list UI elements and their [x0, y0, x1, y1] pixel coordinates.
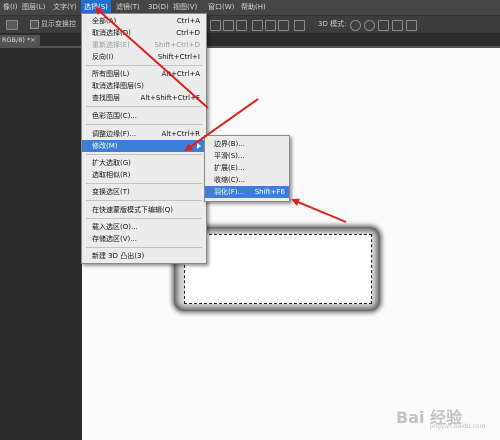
arrow-to-modify-item	[184, 98, 259, 152]
watermark-url: jingyan.baidu.com	[430, 423, 486, 430]
arrow-to-select-menu	[94, 6, 209, 109]
annotation-arrows	[94, 6, 347, 223]
baidu-jingyan-watermark: Bai 经验 jingyan.baidu.com	[396, 396, 492, 432]
arrow-to-feather-item	[291, 198, 347, 223]
